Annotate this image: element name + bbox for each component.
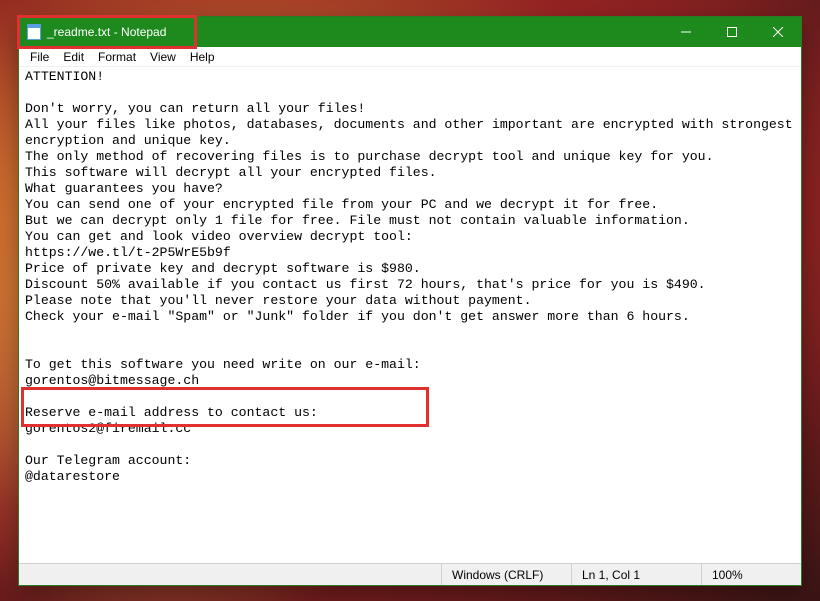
status-spacer bbox=[19, 564, 441, 585]
menubar: File Edit Format View Help bbox=[19, 47, 801, 67]
close-icon bbox=[773, 27, 783, 37]
window-controls bbox=[663, 17, 801, 47]
titlebar[interactable]: _readme.txt - Notepad bbox=[19, 17, 801, 47]
maximize-icon bbox=[727, 27, 737, 37]
statusbar: Windows (CRLF) Ln 1, Col 1 100% bbox=[19, 563, 801, 585]
notepad-icon bbox=[27, 24, 41, 40]
menu-help[interactable]: Help bbox=[183, 48, 222, 66]
titlebar-left: _readme.txt - Notepad bbox=[19, 17, 166, 47]
menu-file[interactable]: File bbox=[23, 48, 56, 66]
window-title: _readme.txt - Notepad bbox=[47, 25, 166, 39]
status-zoom: 100% bbox=[701, 564, 801, 585]
menu-edit[interactable]: Edit bbox=[56, 48, 91, 66]
status-encoding: Windows (CRLF) bbox=[441, 564, 571, 585]
maximize-button[interactable] bbox=[709, 17, 755, 47]
document-text: ATTENTION! Don't worry, you can return a… bbox=[25, 69, 801, 484]
close-button[interactable] bbox=[755, 17, 801, 47]
menu-format[interactable]: Format bbox=[91, 48, 143, 66]
notepad-window: _readme.txt - Notepad File Edit Format V… bbox=[18, 16, 802, 586]
status-position: Ln 1, Col 1 bbox=[571, 564, 701, 585]
minimize-button[interactable] bbox=[663, 17, 709, 47]
minimize-icon bbox=[681, 27, 691, 37]
text-area[interactable]: ATTENTION! Don't worry, you can return a… bbox=[19, 67, 801, 563]
menu-view[interactable]: View bbox=[143, 48, 183, 66]
